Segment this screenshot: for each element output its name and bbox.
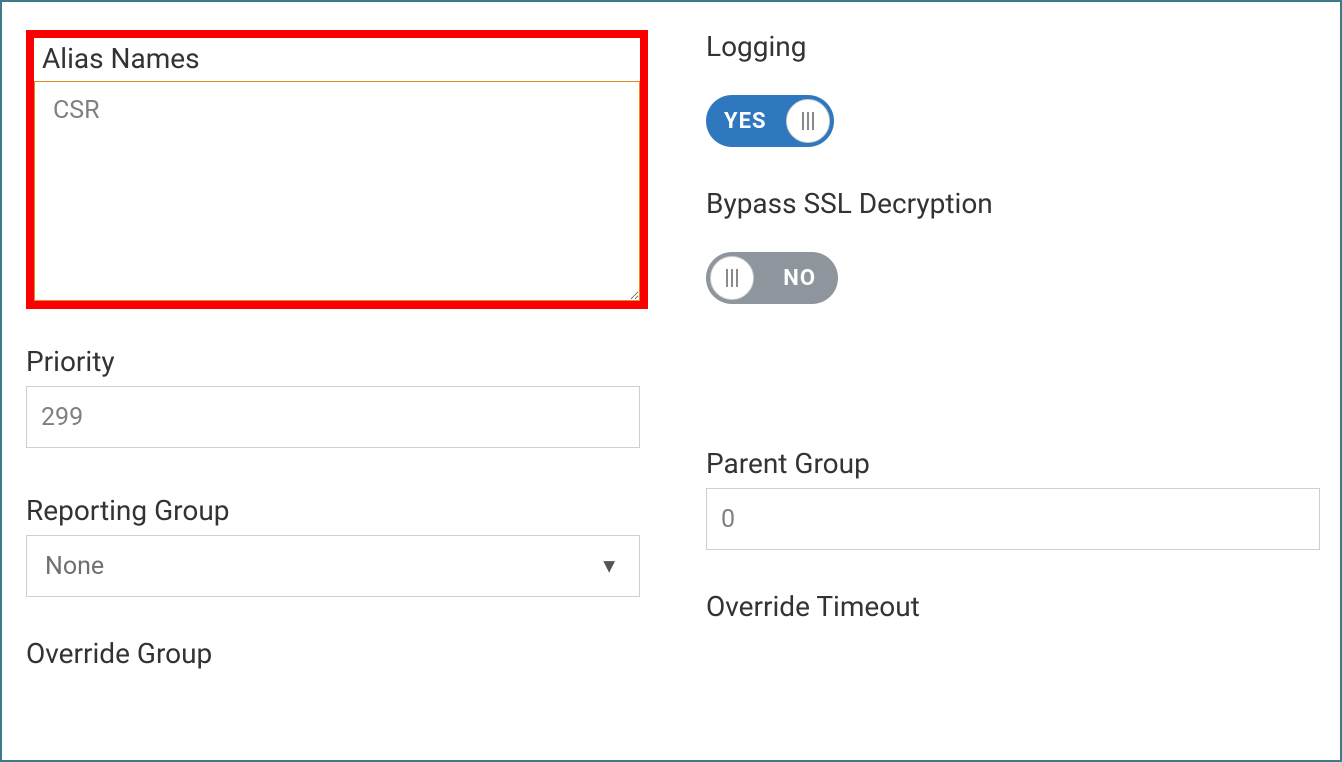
- logging-toggle-value: YES: [724, 109, 767, 134]
- priority-label: Priority: [26, 345, 646, 378]
- alias-names-input[interactable]: [34, 81, 640, 301]
- override-group-field: Override Group: [26, 637, 646, 670]
- parent-group-label: Parent Group: [706, 447, 1320, 480]
- override-timeout-label: Override Timeout: [706, 590, 1320, 623]
- logging-toggle[interactable]: YES: [706, 95, 834, 147]
- parent-group-field: Parent Group: [706, 447, 1320, 550]
- override-timeout-field: Override Timeout: [706, 590, 1320, 623]
- toggle-knob-icon: [786, 99, 830, 143]
- bypass-ssl-field: Bypass SSL Decryption NO: [706, 187, 1320, 407]
- logging-label: Logging: [706, 30, 1320, 63]
- settings-panel: Alias Names Priority Reporting Group Non…: [0, 0, 1342, 762]
- bypass-ssl-toggle-value: NO: [783, 266, 816, 291]
- toggle-knob-icon: [710, 256, 754, 300]
- parent-group-input[interactable]: [706, 488, 1320, 550]
- reporting-group-field: Reporting Group None ▼: [26, 494, 646, 597]
- priority-field: Priority: [26, 345, 646, 448]
- bypass-ssl-toggle[interactable]: NO: [706, 252, 838, 304]
- right-column: Logging YES Bypass SSL Decryption NO: [706, 30, 1340, 678]
- logging-field: Logging YES: [706, 30, 1320, 147]
- reporting-group-label: Reporting Group: [26, 494, 646, 527]
- override-group-label: Override Group: [26, 637, 646, 670]
- reporting-group-selected: None: [45, 552, 104, 581]
- chevron-down-icon: ▼: [599, 554, 619, 579]
- priority-input[interactable]: [26, 386, 640, 448]
- alias-names-block: Alias Names: [26, 30, 648, 309]
- alias-names-label: Alias Names: [34, 38, 640, 81]
- reporting-group-select[interactable]: None ▼: [26, 535, 640, 597]
- left-column: Alias Names Priority Reporting Group Non…: [26, 30, 646, 678]
- bypass-ssl-label: Bypass SSL Decryption: [706, 187, 1320, 220]
